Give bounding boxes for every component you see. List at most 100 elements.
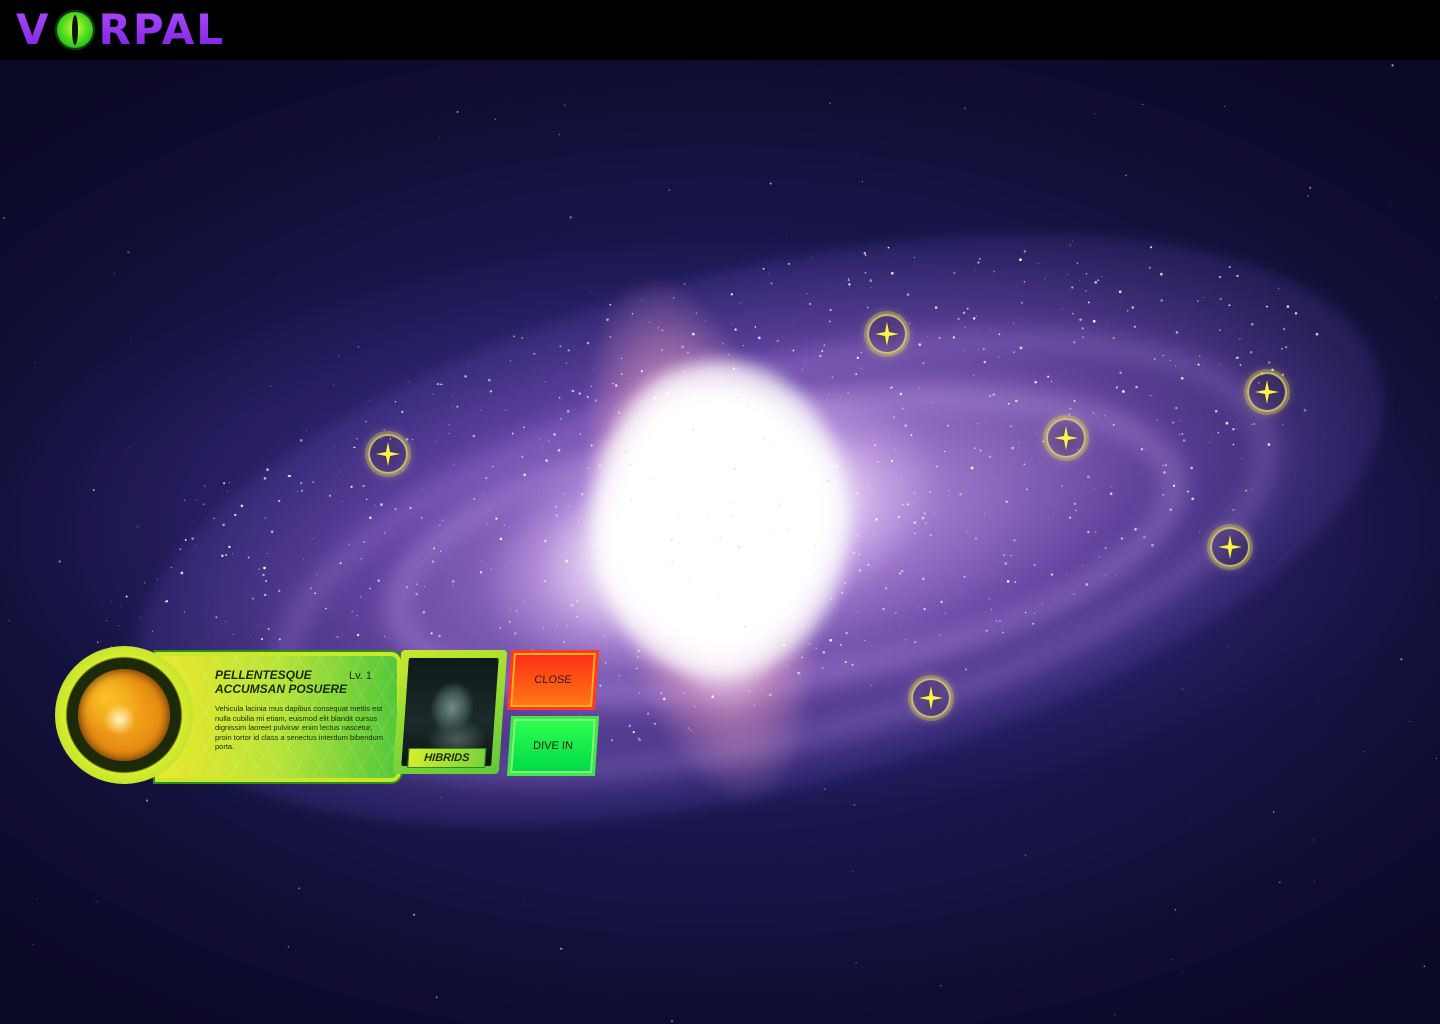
- star-dot: [887, 433, 889, 435]
- star-dot: [998, 333, 1001, 336]
- star-dot: [495, 517, 498, 520]
- star-dot: [828, 393, 830, 395]
- star-dot: [480, 409, 482, 411]
- star-dot: [906, 503, 909, 506]
- star-dot: [545, 500, 546, 502]
- star-dot: [1245, 489, 1248, 492]
- star-dot: [675, 565, 677, 566]
- star-dot: [221, 554, 224, 558]
- star-dot: [966, 530, 968, 533]
- star-dot: [539, 561, 541, 564]
- star-dot: [339, 562, 342, 565]
- star-dot: [855, 373, 858, 376]
- star-dot: [1019, 258, 1022, 262]
- star-marker-3[interactable]: [1046, 418, 1086, 458]
- star-dot: [885, 587, 888, 590]
- star-marker-1[interactable]: [867, 314, 907, 354]
- star-dot: [776, 339, 779, 343]
- star-dot: [328, 494, 332, 497]
- star-dot: [919, 496, 920, 497]
- star-dot: [1306, 443, 1308, 445]
- star-marker-icon: [919, 686, 943, 710]
- star-dot: [113, 272, 115, 275]
- star-dot: [788, 685, 790, 687]
- star-dot: [1175, 331, 1179, 334]
- star-dot: [360, 596, 362, 598]
- star-dot: [694, 705, 696, 708]
- star-dot: [839, 495, 842, 498]
- star-marker-4[interactable]: [368, 434, 408, 474]
- star-dot: [541, 446, 544, 448]
- star-dot: [1024, 611, 1027, 614]
- star-dot: [802, 623, 805, 625]
- star-dot: [781, 481, 783, 483]
- star-dot: [719, 535, 722, 538]
- close-button[interactable]: CLOSE: [506, 650, 600, 710]
- star-dot: [791, 525, 795, 529]
- star-dot: [647, 712, 650, 715]
- star-dot: [442, 519, 444, 521]
- star-dot: [729, 515, 732, 518]
- star-dot: [1057, 498, 1059, 499]
- dive-in-button[interactable]: DIVE IN: [506, 716, 600, 776]
- star-marker-5[interactable]: [1210, 527, 1250, 567]
- star-dot: [1148, 266, 1151, 269]
- star-dot: [1065, 574, 1067, 576]
- star-dot: [120, 606, 122, 608]
- star-dot: [1169, 508, 1173, 512]
- star-dot: [509, 360, 512, 362]
- star-dot: [864, 639, 866, 642]
- star-dot: [793, 480, 795, 482]
- star-dot: [637, 535, 640, 539]
- star-dot: [638, 692, 641, 694]
- star-dot: [1236, 427, 1238, 429]
- star-dot: [1125, 174, 1127, 177]
- star-dot: [637, 649, 640, 652]
- star-dot: [543, 580, 546, 583]
- star-dot: [348, 543, 350, 545]
- star-dot: [665, 391, 669, 395]
- star-dot: [1134, 505, 1135, 507]
- star-dot: [451, 580, 455, 583]
- star-dot: [989, 395, 991, 398]
- star-dot: [939, 634, 941, 636]
- star-dot: [966, 307, 969, 310]
- star-dot: [100, 640, 102, 642]
- star-dot: [1013, 322, 1015, 324]
- star-dot: [618, 674, 620, 677]
- star-dot: [845, 632, 848, 634]
- star-dot: [841, 591, 844, 594]
- vorpal-logo[interactable]: V RPAL: [16, 6, 225, 54]
- star-dot: [1013, 611, 1015, 613]
- star-dot: [422, 489, 423, 491]
- star-dot: [689, 576, 692, 579]
- star-marker-2[interactable]: [1247, 372, 1287, 412]
- star-dot: [799, 424, 800, 426]
- star-dot: [846, 543, 849, 546]
- star-dot: [513, 335, 516, 338]
- star-dot: [765, 670, 767, 672]
- star-dot: [1163, 471, 1166, 474]
- planet-level: Lv. 1: [349, 670, 373, 682]
- star-dot: [556, 372, 557, 374]
- faction-card[interactable]: HIBRIDS: [392, 650, 508, 774]
- star-dot: [479, 571, 483, 574]
- star-dot: [184, 611, 185, 613]
- star-dot: [105, 619, 108, 622]
- star-dot: [821, 350, 824, 353]
- star-dot: [1288, 397, 1290, 399]
- star-dot: [611, 418, 613, 421]
- star-dot: [408, 381, 410, 383]
- star-dot: [499, 537, 503, 541]
- star-dot: [155, 583, 157, 585]
- star-dot: [628, 724, 632, 728]
- star-dot: [901, 503, 904, 506]
- star-dot: [1409, 720, 1411, 723]
- star-dot: [1285, 345, 1288, 349]
- star-dot: [686, 351, 689, 354]
- star-dot: [988, 598, 990, 600]
- star-dot: [1168, 326, 1170, 328]
- star-marker-6[interactable]: [911, 678, 951, 718]
- star-dot: [313, 625, 315, 627]
- star-dot: [653, 525, 654, 527]
